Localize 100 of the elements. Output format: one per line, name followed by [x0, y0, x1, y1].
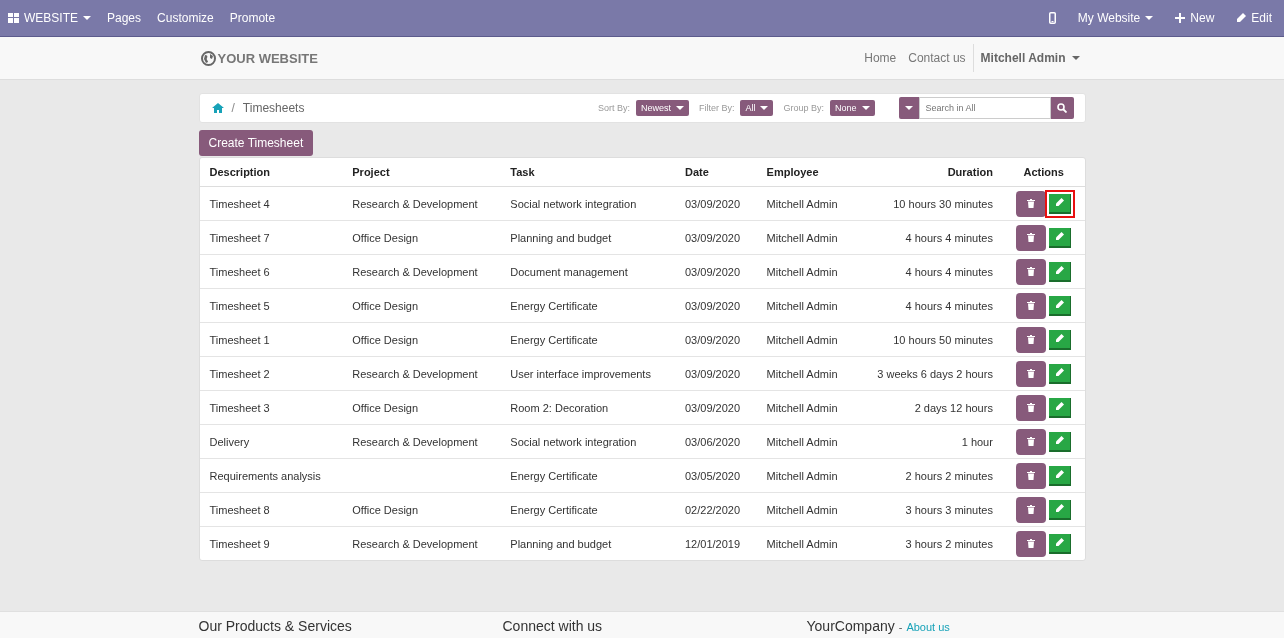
pencil-icon: [1236, 13, 1247, 23]
edit-button[interactable]: [1049, 397, 1072, 418]
filter-dropdown[interactable]: None: [830, 100, 875, 116]
table-cell: 10 hours 50 minutes: [855, 322, 1003, 357]
table-cell: 03/09/2020: [674, 254, 757, 289]
pencil-icon: [1055, 504, 1065, 513]
trash-icon: [1027, 403, 1036, 412]
delete-button[interactable]: [1016, 190, 1047, 217]
phone-icon: [1048, 12, 1056, 24]
table-cell: Timesheet 3: [199, 390, 343, 425]
pencil-icon: [1055, 300, 1065, 309]
edit-button[interactable]: [1049, 533, 1072, 554]
table-cell: 2 days 12 hours: [855, 390, 1003, 425]
filter-dropdown[interactable]: All: [740, 100, 774, 116]
website-menu[interactable]: My Website: [1069, 11, 1162, 25]
table-cell: User interface improvements: [500, 356, 675, 391]
trash-icon: [1027, 505, 1036, 514]
filter-label: Group By:: [783, 103, 824, 113]
table-cell: Timesheet 6: [199, 254, 343, 289]
nav-link[interactable]: Contact us: [902, 51, 972, 65]
table-cell: 4 hours 4 minutes: [855, 288, 1003, 323]
create-timesheet-button[interactable]: Create Timesheet: [198, 130, 314, 156]
menu-item[interactable]: Customize: [149, 11, 222, 25]
edit-button[interactable]: [1049, 363, 1072, 384]
pencil-icon: [1055, 266, 1065, 275]
delete-button[interactable]: [1016, 224, 1047, 251]
table-cell: Mitchell Admin: [756, 492, 856, 527]
table-cell: 3 hours 3 minutes: [855, 492, 1003, 527]
table-cell: 4 hours 4 minutes: [855, 254, 1003, 289]
table-cell: 03/05/2020: [674, 458, 757, 493]
delete-button[interactable]: [1016, 258, 1047, 285]
table-cell: 12/01/2019: [674, 526, 757, 560]
breadcrumb-separator: /: [231, 101, 235, 115]
search-icon: [1057, 103, 1067, 113]
home-icon: [211, 103, 224, 113]
logo-text[interactable]: YOUR WEBSITE: [217, 50, 318, 66]
menu-item[interactable]: Pages: [99, 11, 150, 25]
delete-button[interactable]: [1016, 326, 1047, 353]
user-menu[interactable]: Mitchell Admin: [974, 51, 1086, 65]
table-cell: Office Design: [342, 322, 501, 357]
table-cell: 03/09/2020: [674, 288, 757, 323]
pencil-icon: [1055, 470, 1065, 479]
edit-button[interactable]: [1049, 227, 1072, 248]
column-header: Project: [342, 158, 501, 187]
table-cell: Mitchell Admin: [756, 322, 856, 357]
delete-button[interactable]: [1016, 394, 1047, 421]
edit-button[interactable]: [1049, 295, 1072, 316]
delete-button[interactable]: [1016, 292, 1047, 319]
pencil-icon: [1055, 368, 1065, 377]
search-dropdown[interactable]: [898, 97, 919, 119]
delete-button[interactable]: [1016, 530, 1047, 557]
trash-icon: [1027, 369, 1036, 378]
table-cell: Timesheet 8: [199, 492, 343, 527]
table-cell: Office Design: [342, 220, 501, 255]
table-cell: 3 hours 2 minutes: [855, 526, 1003, 560]
table-cell: 03/09/2020: [674, 356, 757, 391]
edit-button[interactable]: [1049, 499, 1072, 520]
menu-item[interactable]: Promote: [221, 11, 284, 25]
search-field[interactable]: Search in All: [918, 97, 1051, 119]
table-cell: Room 2: Decoration: [500, 390, 675, 425]
table-cell: Mitchell Admin: [756, 254, 856, 289]
column-header: Employee: [756, 158, 856, 187]
table-cell: Planning and budget: [500, 526, 675, 560]
table-cell: Energy Certificate: [500, 288, 675, 323]
edit-button[interactable]: [1049, 329, 1072, 350]
table-cell: Timesheet 7: [199, 220, 343, 255]
edit-button[interactable]: [1049, 431, 1072, 452]
delete-button[interactable]: [1016, 462, 1047, 489]
trash-icon: [1027, 437, 1036, 446]
table-cell: Mitchell Admin: [756, 424, 856, 459]
pencil-icon: [1055, 402, 1065, 411]
about-us-link[interactable]: About us: [906, 621, 950, 633]
edit-button[interactable]: Edit: [1228, 11, 1280, 25]
column-header: Duration: [855, 158, 1003, 187]
table-cell: Mitchell Admin: [756, 390, 856, 425]
delete-button[interactable]: [1016, 428, 1047, 455]
delete-button[interactable]: [1016, 360, 1047, 387]
table-cell: Office Design: [342, 390, 501, 425]
table-cell: 02/22/2020: [674, 492, 757, 527]
filter-dropdown[interactable]: Newest: [635, 100, 689, 116]
trash-icon: [1027, 267, 1036, 276]
edit-button[interactable]: [1049, 261, 1072, 282]
table-cell: Timesheet 1: [199, 322, 343, 357]
table-cell: Timesheet 9: [199, 526, 343, 560]
app-menu[interactable]: WEBSITE: [0, 11, 99, 25]
edit-button[interactable]: [1049, 465, 1072, 486]
table-cell: 3 weeks 6 days 2 hours: [855, 356, 1003, 391]
table-cell: Office Design: [342, 492, 501, 527]
delete-button[interactable]: [1016, 496, 1047, 523]
trash-icon: [1027, 233, 1036, 242]
table-cell: Social network integration: [500, 424, 675, 459]
new-button[interactable]: New: [1167, 11, 1223, 25]
search-button[interactable]: [1050, 97, 1074, 119]
nav-link[interactable]: Home: [858, 51, 903, 65]
trash-icon: [1027, 335, 1036, 344]
table-cell: 03/06/2020: [674, 424, 757, 459]
table-cell: 03/09/2020: [674, 390, 757, 425]
table-cell: 03/09/2020: [674, 186, 757, 221]
table-cell: 03/09/2020: [674, 322, 757, 357]
footer-heading: YourCompany: [806, 618, 895, 634]
